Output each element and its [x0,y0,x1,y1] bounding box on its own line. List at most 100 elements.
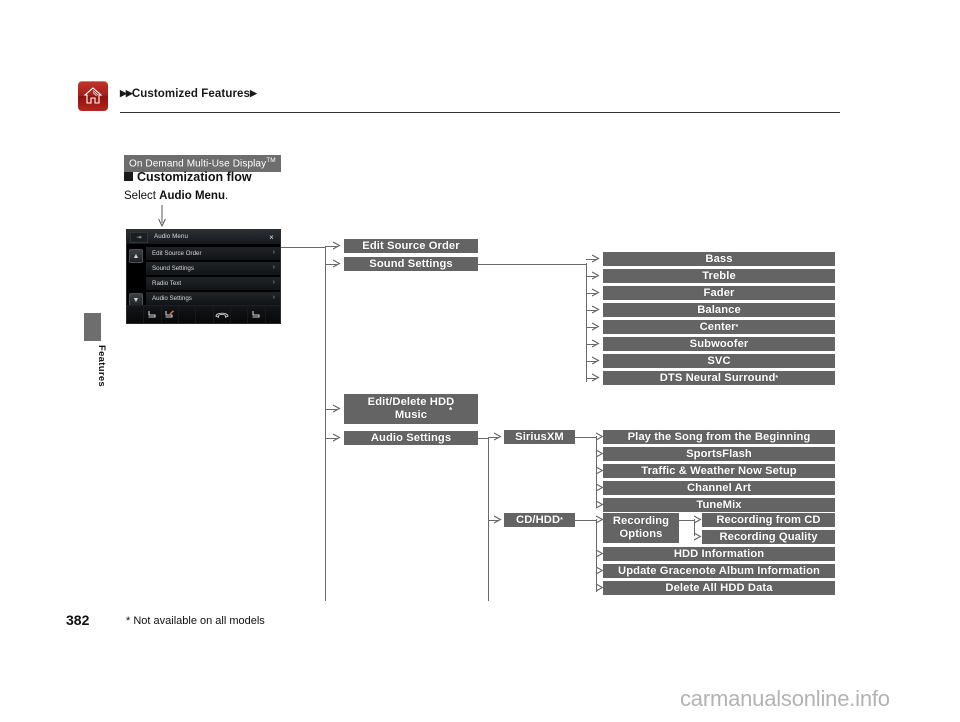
connector-sound-settings-out [478,263,586,265]
flow-box-recording-from-cd[interactable]: Recording from CD [702,513,835,527]
footnote-text: * Not available on all models [126,615,265,627]
connector-to-edit-delete-hdd [325,408,337,410]
flow-box-sound-settings[interactable]: Sound Settings [344,257,478,271]
device-row-audio-settings[interactable]: Audio Settings › [146,292,280,306]
flow-box-update-gracenote-album-information[interactable]: Update Gracenote Album Information [603,564,835,578]
device-row-radio-text[interactable]: Radio Text › [146,277,280,291]
connector-to-edit-source-order [325,245,337,247]
flow-box-play-song-beginning[interactable]: Play the Song from the Beginning [603,430,835,444]
device-bottom-cell[interactable] [230,306,249,323]
connector-device-out [281,247,326,248]
seat-icon[interactable] [144,306,162,323]
flow-box-delete-all-hdd-data[interactable]: Delete All HDD Data [603,581,835,595]
instruction-line: Select Audio Menu. [124,190,228,202]
connector-trunk-main [325,247,326,601]
device-row-label: Audio Settings [152,295,192,302]
connector-to-dts [586,377,596,379]
footnote-asterisk: * [775,374,779,382]
flow-box-label: DTS Neural Surround [659,371,776,384]
side-tab-label: Features [96,345,107,388]
flow-box-label: CD/HDD [516,513,561,526]
footnote-asterisk: * [735,323,739,331]
phone-icon[interactable] [213,306,231,323]
connector-sound-settings-trunk [586,263,587,382]
scroll-up-icon[interactable]: ▲ [129,249,143,263]
device-row-edit-source-order[interactable]: Edit Source Order › [146,247,280,261]
flow-down-arrow-icon [158,205,166,228]
flow-box-traffic-weather-now-setup[interactable]: Traffic & Weather Now Setup [603,464,835,478]
device-row-sound-settings[interactable]: Sound Settings › [146,262,280,276]
device-row-label: Radio Text [152,280,182,287]
manual-page: ▶▶Customized Features▶ Features On Deman… [0,0,960,722]
flow-box-edit-source-order[interactable]: Edit Source Order [344,239,478,253]
section-chip-label: On Demand Multi-Use Display [129,158,267,170]
device-bottom-cell[interactable] [178,306,197,323]
connector-to-subwoofer [586,343,596,345]
seat-icon[interactable] [248,306,266,323]
section-chip-tm: TM [266,157,276,164]
connector-audio-settings-out [478,437,488,439]
flow-box-cd-hdd[interactable]: CD/HDD * [504,513,575,527]
flow-box-siriusxm[interactable]: SiriusXM [504,430,575,444]
chevron-right-icon: › [272,279,275,286]
flow-box-label: Center [699,320,736,333]
flow-box-label: Edit/Delete HDD Music [367,396,455,421]
flow-box-channel-art[interactable]: Channel Art [603,481,835,495]
flow-box-sportsflash[interactable]: SportsFlash [603,447,835,461]
flow-box-recording-options[interactable]: Recording Options [603,513,679,543]
connector-to-sound-settings [325,263,337,265]
connector-recording-options-out [679,519,694,521]
device-row-label: Sound Settings [152,265,194,272]
connector-to-svc [586,360,596,362]
connector-siriusxm-out [575,436,596,438]
breadcrumb-prefix-arrows: ▶▶ [120,88,133,98]
subsection-heading-label: Customization flow [137,170,252,184]
device-bottom-cell[interactable] [196,306,214,323]
close-icon[interactable]: × [265,231,278,244]
side-tab-marker [84,313,101,341]
flow-box-recording-quality[interactable]: Recording Quality [702,530,835,544]
page-number: 382 [66,612,90,628]
subsection-heading: Customization flow [124,170,252,184]
device-bottom-bar [127,305,280,323]
instruction-prefix: Select [124,190,160,202]
flow-box-treble[interactable]: Treble [603,269,835,283]
flow-box-tunemix[interactable]: TuneMix [603,498,835,512]
connector-to-audio-settings [325,437,337,439]
bullet-square-icon [124,172,133,181]
flow-box-svc[interactable]: SVC [603,354,835,368]
instruction-target: Audio Menu [159,190,225,202]
flow-box-subwoofer[interactable]: Subwoofer [603,337,835,351]
watermark: carmanualsonline.info [680,686,890,711]
flow-box-edit-delete-hdd-music[interactable]: Edit/Delete HDD Music [344,394,478,424]
breadcrumb: ▶▶Customized Features▶ [120,88,257,100]
seat-heat-icon[interactable] [161,306,179,323]
connector-to-balance [586,309,596,311]
flow-box-bass[interactable]: Bass [603,252,835,266]
device-screenshot: ⇥ Audio Menu × ▲ ▼ Edit Source Order › S… [126,229,281,324]
device-title-label: Audio Menu [154,233,189,240]
chevron-right-icon: › [272,249,275,256]
chevron-right-icon: › [272,294,275,301]
device-bottom-cell[interactable] [265,306,280,323]
flow-box-hdd-information[interactable]: HDD Information [603,547,835,561]
connector-cdhdd-out [575,519,596,521]
connector-to-center [586,326,596,328]
flow-box-fader[interactable]: Fader [603,286,835,300]
device-back-button[interactable]: ⇥ [130,232,148,243]
flow-box-center[interactable]: Center * [603,320,835,334]
header-divider [120,112,840,113]
connector-to-bass [586,258,596,260]
device-bottom-cell[interactable] [127,306,145,323]
connector-to-siriusxm [488,436,498,438]
breadcrumb-label: Customized Features [131,88,251,100]
home-icon[interactable] [78,81,108,111]
instruction-suffix: . [224,190,229,202]
flow-box-audio-settings[interactable]: Audio Settings [344,431,478,445]
flow-box-balance[interactable]: Balance [603,303,835,317]
connector-to-treble [586,275,596,277]
footnote-asterisk: * [560,516,563,524]
breadcrumb-suffix-arrow: ▶ [250,88,257,98]
connector-to-cd-hdd [488,519,498,521]
flow-box-dts-neural-surround[interactable]: DTS Neural Surround * [603,371,835,385]
